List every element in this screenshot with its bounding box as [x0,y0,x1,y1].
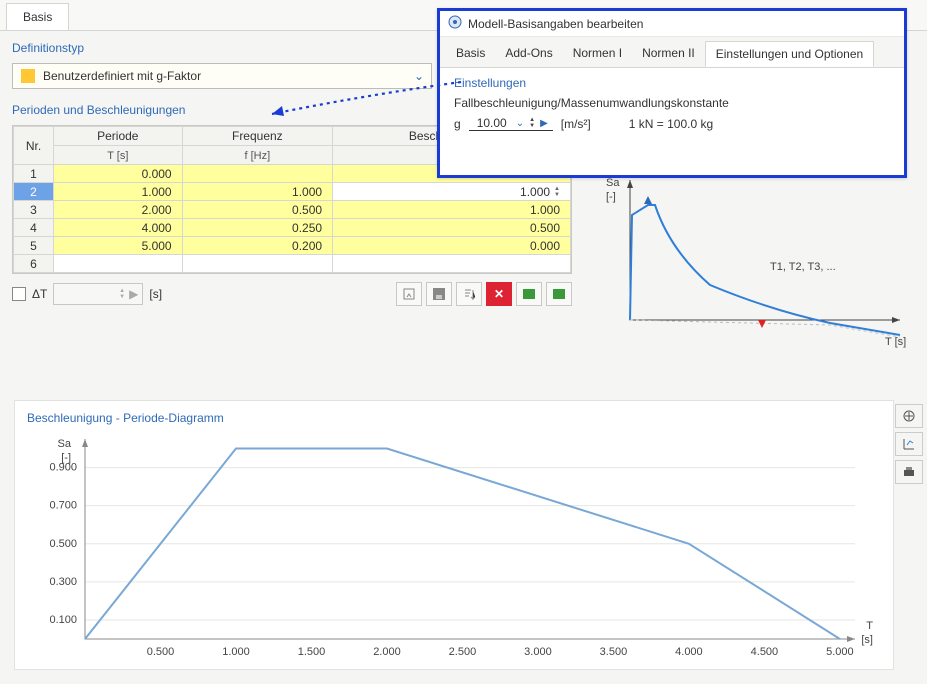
model-basis-dialog: Modell-Basisangaben bearbeiten Basis Add… [437,8,907,178]
axis-options-button[interactable] [895,432,923,456]
delete-button[interactable]: ✕ [486,282,512,306]
apply-arrow-icon: ▶ [537,118,551,129]
table-row: 3 2.000 0.500 1.000 [14,201,571,219]
dlg-tab-normen1[interactable]: Normen I [563,41,632,67]
svg-text:T: T [866,620,873,632]
svg-text:1.000: 1.000 [222,646,250,658]
g-unit: [m/s²] [561,117,591,131]
dlg-g-label: Fallbeschleunigung/Massenumwandlungskons… [454,96,890,110]
svg-text:3.000: 3.000 [524,646,552,658]
save-button[interactable] [426,282,452,306]
sort-button[interactable] [456,282,482,306]
svg-text:[-]: [-] [61,452,71,464]
svg-text:2.500: 2.500 [449,646,477,658]
delta-t-row: ΔT ▲▼ ▶ [s] ✕ [12,282,572,306]
table-row: 4 4.000 0.250 0.500 [14,219,571,237]
svg-text:2.000: 2.000 [373,646,401,658]
svg-text:T [s]: T [s] [885,336,906,348]
svg-text:[-]: [-] [606,191,616,203]
acceleration-period-chart: 0.1000.3000.5000.7000.9000.5001.0001.500… [15,429,895,669]
g-value-input[interactable]: 10.00 ⌄ ▲▼ ▶ [469,116,553,131]
zoom-extents-button[interactable] [895,404,923,428]
dropdown-text: Benutzerdefiniert mit g-Faktor [43,69,407,83]
dlg-tab-basis[interactable]: Basis [446,41,495,67]
svg-text:0.500: 0.500 [147,646,175,658]
svg-text:Sa: Sa [58,438,72,450]
dlg-section-heading: Einstellungen [454,76,890,90]
th-nr: Nr. [14,127,54,165]
svg-text:T1, T2, T3, ...: T1, T2, T3, ... [770,261,836,273]
chevron-down-icon: ⌄ [513,118,527,129]
dlg-tab-settings[interactable]: Einstellungen und Optionen [705,41,874,67]
svg-text:Sa: Sa [606,177,620,189]
color-swatch-icon [21,69,35,83]
svg-text:0.300: 0.300 [49,576,77,588]
spectrum-schematic: Sa [-] T [s] T1, T2, T3, ... [600,170,910,370]
delta-t-checkbox[interactable] [12,287,26,301]
tab-basis[interactable]: Basis [6,3,69,30]
export-2-button[interactable] [546,282,572,306]
delta-t-label: ΔT [32,287,47,301]
spinner-arrows-icon[interactable]: ▲▼ [554,186,560,198]
table-row: 5 5.000 0.200 0.000 [14,237,571,255]
chevron-down-icon: ⌄ [407,69,431,83]
svg-text:4.500: 4.500 [751,646,779,658]
chart-title: Beschleunigung - Periode-Diagramm [15,401,893,429]
import-button[interactable] [396,282,422,306]
acc-cell-selected[interactable]: 1.000 ▲▼ [333,183,571,201]
spinner-arrows-icon: ▲▼ [527,117,537,129]
th-freq-unit: f [Hz] [182,146,332,165]
dialog-title: Modell-Basisangaben bearbeiten [468,17,643,31]
g-symbol: g [454,117,461,131]
svg-text:1.500: 1.500 [298,646,326,658]
table-row: 2 1.000 1.000 1.000 ▲▼ [14,183,571,201]
dlg-tab-addons[interactable]: Add-Ons [495,41,562,67]
svg-text:0.100: 0.100 [49,614,77,626]
chart-panel: Beschleunigung - Periode-Diagramm 0.100 0… [14,400,894,670]
delta-t-unit: [s] [149,287,162,301]
export-1-button[interactable] [516,282,542,306]
definitionstyp-dropdown[interactable]: Benutzerdefiniert mit g-Faktor ⌄ [12,63,432,89]
svg-text:4.000: 4.000 [675,646,703,658]
svg-text:[s]: [s] [861,634,873,646]
dialog-tabbar: Basis Add-Ons Normen I Normen II Einstel… [440,37,904,68]
print-button[interactable] [895,460,923,484]
svg-text:0.500: 0.500 [49,538,77,550]
g-conversion: 1 kN = 100.0 kg [629,117,713,131]
th-periode-unit: T [s] [54,146,183,165]
th-periode: Periode [54,127,183,146]
dlg-tab-normen2[interactable]: Normen II [632,41,705,67]
app-icon [448,15,462,32]
delta-t-input[interactable]: ▲▼ ▶ [53,283,143,305]
th-freq: Frequenz [182,127,332,146]
svg-text:3.500: 3.500 [600,646,628,658]
svg-text:5.000: 5.000 [826,646,854,658]
svg-text:0.700: 0.700 [49,500,77,512]
table-row: 6 [14,255,571,273]
